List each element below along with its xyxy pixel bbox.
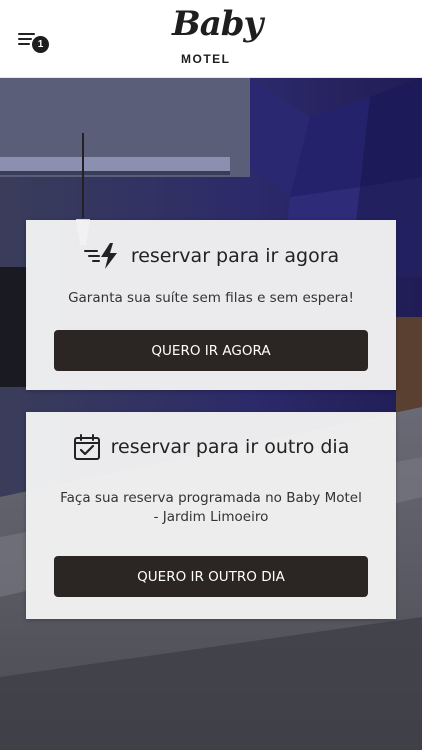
- logo-subtitle: MOTEL: [181, 52, 231, 66]
- reserve-now-title: reservar para ir agora: [130, 245, 340, 267]
- menu-icon-bar: [18, 38, 32, 40]
- notification-badge: 1: [32, 36, 49, 53]
- reserve-now-header: reservar para ir agora: [26, 241, 396, 271]
- logo[interactable]: Baby MOTEL: [168, 4, 263, 72]
- fast-bolt-icon: [83, 243, 117, 269]
- app-header: 1 Baby MOTEL: [0, 0, 422, 78]
- reserve-now-card: reservar para ir agora Garanta sua suíte…: [26, 220, 396, 390]
- menu-icon: [18, 33, 35, 35]
- calendar-check-icon: [73, 434, 100, 460]
- menu-icon-bar: [18, 43, 30, 45]
- reserve-later-card: reservar para ir outro dia Faça sua rese…: [26, 412, 396, 619]
- reserve-now-button[interactable]: QUERO IR AGORA: [54, 330, 368, 371]
- reserve-later-title: reservar para ir outro dia: [110, 436, 350, 458]
- reserve-now-description: Garanta sua suíte sem filas e sem espera…: [68, 290, 354, 306]
- reserve-later-button[interactable]: QUERO IR OUTRO DIA: [54, 556, 368, 597]
- logo-script: Baby: [172, 4, 263, 44]
- reserve-later-description: Faça sua reserva programada no Baby Mote…: [60, 490, 362, 525]
- menu-button[interactable]: 1: [16, 28, 50, 56]
- reserve-later-header: reservar para ir outro dia: [26, 432, 396, 462]
